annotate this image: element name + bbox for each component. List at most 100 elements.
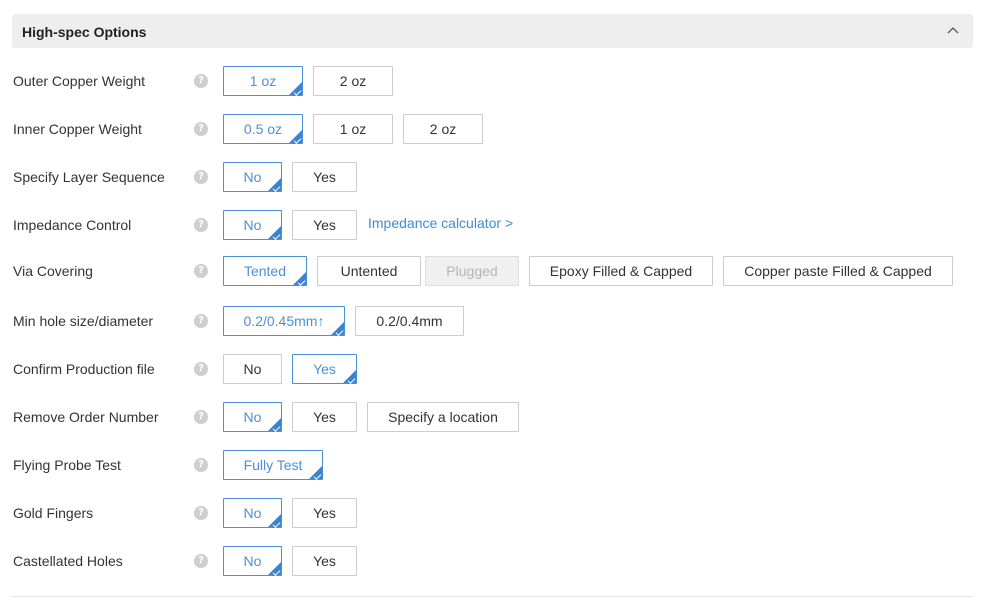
checkmark-icon — [272, 232, 281, 240]
option-label: No — [243, 553, 262, 569]
option-label: Yes — [313, 361, 336, 377]
option-button-no[interactable]: No — [223, 498, 282, 528]
option-button-yes[interactable]: Yes — [292, 546, 357, 576]
option-label: No — [243, 409, 262, 425]
option-label: 0.2/0.4mm — [376, 313, 443, 329]
help-icon[interactable]: ? — [194, 170, 208, 184]
option-label: Untented — [340, 263, 398, 279]
chevron-up-icon[interactable] — [945, 22, 961, 38]
help-icon[interactable]: ? — [194, 362, 208, 376]
help-icon[interactable]: ? — [194, 554, 208, 568]
option-label: Yes — [313, 409, 336, 425]
option-row-impedance-control: Impedance Control? No Yes Impedance calcula… — [0, 210, 984, 242]
option-row-confirm-production-file: Confirm Production file? No Yes — [0, 354, 984, 386]
checkmark-icon — [293, 88, 302, 96]
option-button-no[interactable]: No — [223, 354, 282, 384]
option-button-2-oz[interactable]: 2 oz — [313, 66, 393, 96]
checkmark-icon — [272, 520, 281, 528]
option-button-no[interactable]: No — [223, 210, 282, 240]
panel-title: High-spec Options — [22, 24, 147, 40]
option-label: Tented — [243, 263, 287, 279]
option-button-2-oz[interactable]: 2 oz — [403, 114, 483, 144]
help-icon[interactable]: ? — [194, 218, 208, 232]
option-button-yes[interactable]: Yes — [292, 210, 357, 240]
help-icon[interactable]: ? — [194, 506, 208, 520]
option-button-yes[interactable]: Yes — [292, 162, 357, 192]
row-label: Specify Layer Sequence — [13, 169, 165, 185]
checkmark-icon — [347, 376, 356, 384]
option-button-no[interactable]: No — [223, 546, 282, 576]
row-label: Gold Fingers — [13, 505, 94, 521]
row-label: Remove Order Number — [13, 409, 159, 425]
option-label: No — [243, 361, 262, 377]
option-button-1-oz[interactable]: 1 oz — [313, 114, 393, 144]
option-row-min-hole-size-diameter: Min hole size/diameter? 0.2/0.45mm↑ 0.2/0.… — [0, 306, 984, 338]
row-label: Flying Probe Test — [13, 457, 121, 473]
option-row-remove-order-number: Remove Order Number? No Yes Specify a locat… — [0, 402, 984, 434]
checkmark-icon — [313, 472, 322, 480]
option-row-inner-copper-weight: Inner Copper Weight? 0.5 oz 1 oz 2 oz — [0, 114, 984, 146]
option-button-copper-paste-filled-capped[interactable]: Copper paste Filled & Capped — [723, 256, 953, 286]
option-label: 0.5 oz — [243, 121, 283, 137]
option-label: 2 oz — [429, 121, 457, 137]
row-label: Via Covering — [13, 263, 93, 279]
help-icon[interactable]: ? — [194, 458, 208, 472]
option-row-outer-copper-weight: Outer Copper Weight? 1 oz 2 oz — [0, 66, 984, 98]
option-row-flying-probe-test: Flying Probe Test? Fully Test — [0, 450, 984, 482]
option-label: Fully Test — [243, 457, 303, 473]
option-label: Yes — [313, 169, 336, 185]
help-icon[interactable]: ? — [194, 74, 208, 88]
option-button-0-5-oz[interactable]: 0.5 oz — [223, 114, 303, 144]
option-label: No — [243, 505, 262, 521]
option-button-yes[interactable]: Yes — [292, 498, 357, 528]
option-row-gold-fingers: Gold Fingers? No Yes — [0, 498, 984, 530]
option-button-fully-test[interactable]: Fully Test — [223, 450, 323, 480]
row-label: Outer Copper Weight — [13, 73, 146, 89]
row-label: Confirm Production file — [13, 361, 155, 377]
divider — [12, 596, 973, 597]
option-button-epoxy-filled-capped[interactable]: Epoxy Filled & Capped — [529, 256, 713, 286]
option-button-0-2-0-4mm[interactable]: 0.2/0.4mm — [355, 306, 464, 336]
option-button-tented[interactable]: Tented — [223, 256, 307, 286]
option-button-no[interactable]: No — [223, 402, 282, 432]
option-button-0-2-0-45mm[interactable]: 0.2/0.45mm↑ — [223, 306, 345, 336]
impedance-calculator-link[interactable]: Impedance calculator > — [368, 215, 513, 231]
help-icon[interactable]: ? — [194, 264, 208, 278]
option-button-specify-a-location[interactable]: Specify a location — [367, 402, 519, 432]
row-label: Min hole size/diameter — [13, 313, 154, 329]
checkmark-icon — [272, 424, 281, 432]
help-icon[interactable]: ? — [194, 410, 208, 424]
help-icon[interactable]: ? — [194, 122, 208, 136]
option-button-plugged: Plugged — [425, 256, 519, 286]
checkmark-icon — [272, 184, 281, 192]
help-icon[interactable]: ? — [194, 314, 208, 328]
panel-header[interactable]: High-spec Options — [12, 14, 973, 48]
option-label: No — [243, 169, 262, 185]
option-label: Epoxy Filled & Capped — [549, 263, 693, 279]
option-label: 2 oz — [339, 73, 367, 89]
option-label: Yes — [313, 217, 336, 233]
option-button-no[interactable]: No — [223, 162, 282, 192]
option-button-untented[interactable]: Untented — [317, 256, 421, 286]
checkmark-icon — [297, 278, 306, 286]
option-label: No — [243, 217, 262, 233]
option-button-1-oz[interactable]: 1 oz — [223, 66, 303, 96]
option-label: 1 oz — [249, 73, 277, 89]
option-button-yes[interactable]: Yes — [292, 354, 357, 384]
option-label: 0.2/0.45mm↑ — [243, 313, 325, 329]
row-label: Castellated Holes — [13, 553, 123, 569]
option-label: Yes — [313, 505, 336, 521]
checkmark-icon — [272, 568, 281, 576]
option-label: 1 oz — [339, 121, 367, 137]
option-label: Yes — [313, 553, 336, 569]
option-button-yes[interactable]: Yes — [292, 402, 357, 432]
option-label: Specify a location — [388, 409, 498, 425]
row-label: Inner Copper Weight — [13, 121, 142, 137]
option-label: Plugged — [446, 263, 498, 279]
option-label: Copper paste Filled & Capped — [744, 263, 932, 279]
option-row-via-covering: Via Covering? Tented Untented Plugged Epoxy … — [0, 256, 984, 288]
option-row-castellated-holes: Castellated Holes? No Yes — [0, 546, 984, 578]
checkmark-icon — [335, 328, 344, 336]
option-row-specify-layer-sequence: Specify Layer Sequence? No Yes — [0, 162, 984, 194]
checkmark-icon — [293, 136, 302, 144]
